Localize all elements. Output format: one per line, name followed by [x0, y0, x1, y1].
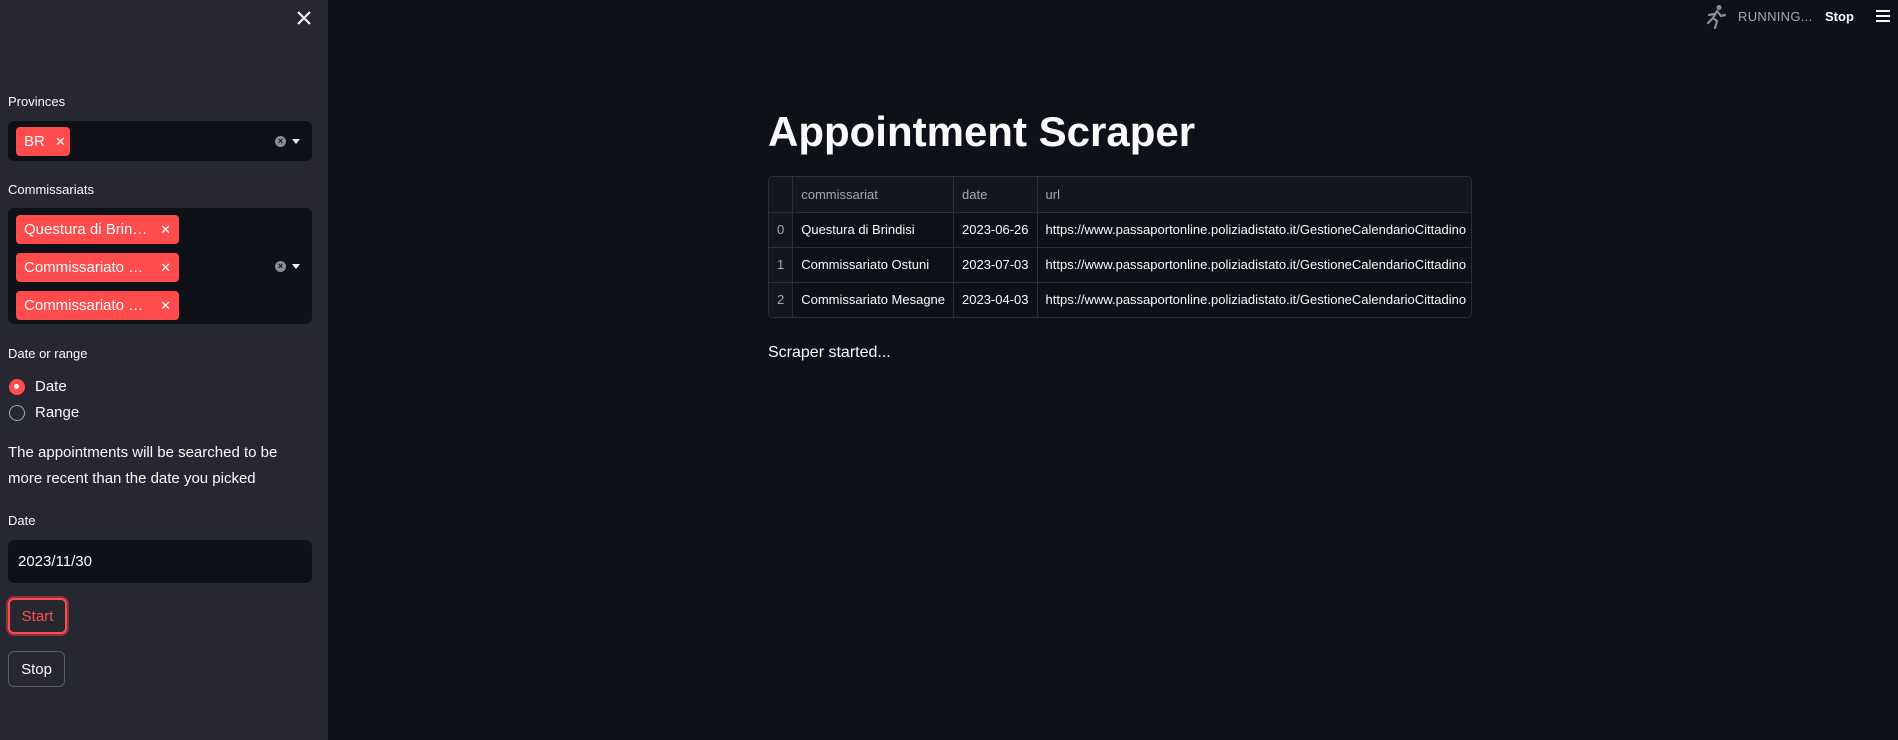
commissariat-chip: Commissariato … ✕: [16, 291, 179, 320]
table-row: 2 Commissariato Mesagne 2023-04-03 https…: [769, 282, 1471, 317]
commissariat-chip: Commissariato … ✕: [16, 253, 179, 282]
table-row: 1 Commissariato Ostuni 2023-07-03 https:…: [769, 247, 1471, 283]
dataframe[interactable]: commissariat date url 0 Questura di Brin…: [768, 176, 1472, 318]
province-chip: BR ✕: [16, 127, 70, 156]
start-button[interactable]: Start: [8, 598, 67, 634]
cell-date[interactable]: 2023-06-26: [953, 212, 1038, 248]
cell-commissariat[interactable]: Commissariato Ostuni: [792, 247, 955, 283]
column-header-commissariat[interactable]: commissariat: [792, 177, 955, 213]
cell-date[interactable]: 2023-07-03: [953, 247, 1038, 283]
date-or-range-label: Date or range: [8, 346, 88, 361]
column-header-index[interactable]: [769, 177, 794, 213]
cell-url[interactable]: https://www.passaportonline.poliziadista…: [1037, 247, 1471, 283]
commissariat-chip: Questura di Brin… ✕: [16, 215, 179, 244]
stop-run-button[interactable]: Stop: [1825, 9, 1854, 24]
remove-chip-icon[interactable]: ✕: [55, 134, 66, 150]
radio-unchecked-icon: [9, 404, 25, 421]
column-header-url[interactable]: url: [1037, 177, 1471, 213]
cell-commissariat[interactable]: Questura di Brindisi: [792, 212, 955, 248]
date-input[interactable]: [8, 540, 312, 583]
running-man-icon: [1705, 4, 1729, 35]
close-sidebar-button[interactable]: [292, 6, 316, 30]
stop-button[interactable]: Stop: [8, 651, 65, 687]
radio-label: Date: [35, 378, 67, 395]
radio-label: Range: [35, 404, 80, 421]
row-index: 1: [769, 247, 794, 283]
provinces-multiselect[interactable]: BR ✕ ×: [8, 121, 312, 161]
radio-range[interactable]: Range: [9, 404, 79, 421]
info-text: The appointments will be searched to be …: [8, 444, 278, 487]
main-menu-icon[interactable]: [1876, 10, 1890, 25]
remove-chip-icon[interactable]: ✕: [160, 298, 171, 314]
clear-icon[interactable]: ×: [275, 136, 286, 147]
provinces-label: Provinces: [8, 94, 66, 109]
clear-icon[interactable]: ×: [275, 261, 286, 272]
chip-label: Commissariato …: [24, 259, 144, 276]
chevron-down-icon[interactable]: [292, 264, 300, 269]
page-title: Appointment Scraper: [768, 108, 1196, 155]
commissariats-multiselect[interactable]: Questura di Brin… ✕ Commissariato … ✕ Co…: [8, 208, 312, 324]
table-header-row: commissariat date url: [769, 177, 1471, 213]
cell-commissariat[interactable]: Commissariato Mesagne: [792, 282, 955, 317]
column-header-date[interactable]: date: [953, 177, 1038, 213]
close-icon: [297, 11, 311, 25]
radio-date[interactable]: Date: [9, 378, 67, 395]
chip-label: Questura di Brin…: [24, 221, 148, 238]
radio-checked-icon: [9, 378, 25, 395]
row-index: 2: [769, 282, 794, 317]
cell-url[interactable]: https://www.passaportonline.poliziadista…: [1037, 282, 1471, 317]
sidebar: Provinces BR ✕ × Commissariats Questura …: [0, 0, 328, 740]
status-message: Scraper started...: [768, 344, 891, 361]
running-status: RUNNING...: [1738, 9, 1813, 24]
remove-chip-icon[interactable]: ✕: [160, 260, 171, 276]
remove-chip-icon[interactable]: ✕: [160, 222, 171, 238]
chip-label: Commissariato …: [24, 297, 144, 314]
chip-label: BR: [24, 133, 45, 150]
cell-url[interactable]: https://www.passaportonline.poliziadista…: [1037, 212, 1471, 248]
chevron-down-icon[interactable]: [292, 139, 300, 144]
commissariats-label: Commissariats: [8, 182, 94, 197]
table-row: 0 Questura di Brindisi 2023-06-26 https:…: [769, 212, 1471, 248]
cell-date[interactable]: 2023-04-03: [953, 282, 1038, 317]
date-label: Date: [8, 513, 36, 528]
row-index: 0: [769, 212, 794, 248]
